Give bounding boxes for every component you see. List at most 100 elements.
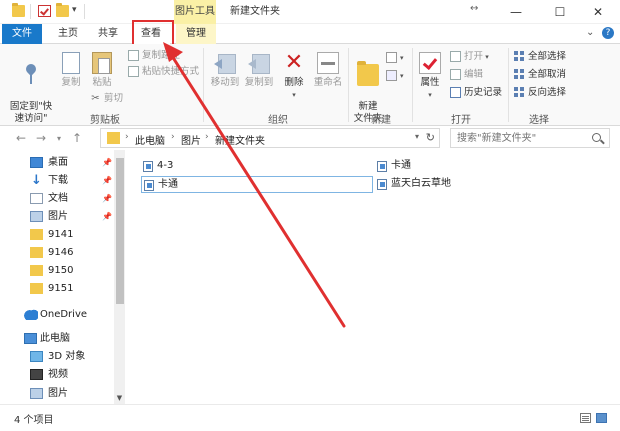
nav-item-onedrive[interactable]: OneDrive	[0, 306, 108, 324]
nav-item-desktop[interactable]: 桌面 📌	[6, 154, 114, 172]
properties-dropdown-icon[interactable]: ▾	[416, 89, 444, 101]
nav-item-9141[interactable]: 9141	[6, 226, 114, 244]
search-icon[interactable]	[592, 133, 601, 142]
breadcrumb-pictures[interactable]: 图片	[181, 132, 201, 147]
edit-button[interactable]: 编辑	[450, 68, 483, 82]
details-view-icon[interactable]	[580, 413, 591, 423]
copy-button[interactable]: 复制	[58, 52, 84, 89]
tab-share[interactable]: 共享	[88, 24, 128, 44]
back-arrow-icon[interactable]: ←	[14, 131, 28, 145]
refresh-icon[interactable]: ↻	[426, 131, 435, 144]
quick-access-dropdown-icon[interactable]: ▾	[72, 5, 77, 15]
new-group-label: 新建	[371, 115, 391, 126]
nav-item-label: 9146	[48, 247, 74, 258]
search-input[interactable]	[457, 131, 585, 146]
nav-item-9151[interactable]: 9151	[6, 280, 114, 298]
rename-icon	[317, 52, 339, 74]
select-none-icon	[514, 69, 525, 80]
move-to-icon	[214, 52, 236, 74]
list-item-blue-sky[interactable]: 蓝天白云草地	[377, 176, 577, 192]
onedrive-cloud-icon	[24, 309, 38, 320]
pin-icon[interactable]: 📌	[102, 190, 112, 208]
minimize-button[interactable]: —	[494, 0, 538, 24]
nav-item-pictures-quick[interactable]: 图片 📌	[6, 208, 114, 226]
folder-icon	[30, 229, 43, 240]
divider	[203, 48, 204, 122]
search-box[interactable]	[450, 128, 610, 148]
divider	[508, 48, 509, 122]
paste-label: 粘贴	[92, 77, 112, 88]
nav-item-9146[interactable]: 9146	[6, 244, 114, 262]
navigation-pane: 桌面 📌 ↓ 下载 📌 文档 📌 图片 📌 9141 9146 9150 915…	[0, 150, 126, 404]
nav-item-3d-objects[interactable]: 3D 对象	[6, 348, 114, 366]
delete-dropdown-icon[interactable]: ▾	[280, 89, 308, 101]
select-all-button[interactable]: 全部选择	[514, 50, 566, 64]
rename-button[interactable]: 重命名	[310, 52, 346, 89]
image-file-icon	[377, 179, 387, 190]
properties-button[interactable]: 属性 ▾	[416, 52, 444, 101]
address-dropdown-icon[interactable]: ▾	[415, 132, 419, 141]
organize-group-label: 组织	[268, 115, 288, 126]
nav-item-videos[interactable]: 视频	[6, 366, 114, 384]
tab-home[interactable]: 主页	[50, 24, 86, 44]
pictures-icon	[30, 388, 43, 399]
move-to-button[interactable]: 移动到	[208, 52, 242, 89]
breadcrumb-this-pc[interactable]: 此电脑	[135, 132, 165, 147]
new-folder-quick-icon[interactable]	[56, 3, 69, 17]
collapse-ribbon-icon[interactable]: ⌄	[586, 27, 594, 38]
tab-file[interactable]: 文件	[2, 24, 42, 44]
select-none-button[interactable]: 全部取消	[514, 68, 566, 82]
edit-label: 编辑	[464, 69, 484, 80]
image-file-icon	[143, 161, 153, 172]
paste-button[interactable]: 粘贴	[88, 52, 116, 89]
address-bar[interactable]: › 此电脑 › 图片 › 新建文件夹 ▾ ↻	[100, 128, 440, 148]
scissors-icon: ✂	[91, 93, 100, 104]
scroll-down-arrow-icon[interactable]: ▼	[114, 394, 125, 404]
large-icons-view-icon[interactable]	[596, 413, 607, 423]
nav-item-label: 文档	[48, 193, 68, 204]
nav-item-downloads[interactable]: ↓ 下载 📌	[6, 172, 114, 190]
open-label: 打开	[464, 51, 484, 62]
history-button[interactable]: 历史记录	[450, 86, 502, 100]
image-file-icon	[144, 180, 154, 191]
easy-access-dropdown-icon[interactable]: ▾	[400, 72, 404, 80]
close-button[interactable]: ✕	[576, 0, 620, 24]
properties-check-icon[interactable]	[38, 5, 51, 17]
open-button[interactable]: 打开 ▾	[450, 50, 489, 64]
nav-item-9150[interactable]: 9150	[6, 262, 114, 280]
pin-icon[interactable]: 📌	[102, 208, 112, 226]
breadcrumb-new-folder[interactable]: 新建文件夹	[215, 132, 265, 147]
nav-scrollbar-thumb[interactable]	[116, 158, 124, 304]
tab-manage[interactable]: 管理	[176, 24, 216, 44]
pin-icon[interactable]: 📌	[102, 172, 112, 190]
pin-to-quick-access-button[interactable]: 固定到"快 速访问"	[6, 52, 56, 125]
nav-item-pictures[interactable]: 图片	[6, 385, 114, 403]
edit-icon	[450, 69, 461, 80]
pin-icon[interactable]: 📌	[102, 154, 112, 172]
invert-selection-button[interactable]: 反向选择	[514, 86, 566, 100]
copy-path-button[interactable]: 复制路径	[128, 49, 180, 63]
list-item-cartoon[interactable]: 卡通	[377, 158, 577, 174]
folder-icon	[12, 3, 25, 17]
copy-to-button[interactable]: 复制到	[242, 52, 276, 89]
list-item-4-3[interactable]: 4-3	[143, 158, 343, 174]
up-arrow-icon[interactable]: ↑	[70, 131, 84, 145]
list-item-cartoon-selected[interactable]: 卡通	[141, 176, 373, 193]
recent-locations-dropdown-icon[interactable]: ▾	[52, 134, 66, 143]
delete-button[interactable]: ✕ 删除 ▾	[280, 52, 308, 101]
nav-item-this-pc[interactable]: 此电脑	[0, 330, 108, 348]
video-icon	[30, 369, 43, 380]
new-item-icon[interactable]	[386, 52, 397, 63]
new-item-dropdown-icon[interactable]: ▾	[400, 54, 404, 62]
3d-objects-icon	[30, 351, 43, 362]
help-icon[interactable]: ?	[602, 27, 614, 39]
forward-arrow-icon[interactable]: →	[34, 131, 48, 145]
nav-item-label: 9151	[48, 283, 74, 294]
paste-shortcut-button[interactable]: 粘贴快捷方式	[128, 65, 199, 79]
address-row: ← → ▾ ↑ › 此电脑 › 图片 › 新建文件夹 ▾ ↻	[0, 126, 620, 150]
cut-button[interactable]: ✂ 剪切	[90, 92, 123, 106]
history-label: 历史记录	[464, 87, 503, 98]
nav-item-documents[interactable]: 文档 📌	[6, 190, 114, 208]
easy-access-icon[interactable]	[386, 70, 397, 81]
folder-icon	[30, 283, 43, 294]
